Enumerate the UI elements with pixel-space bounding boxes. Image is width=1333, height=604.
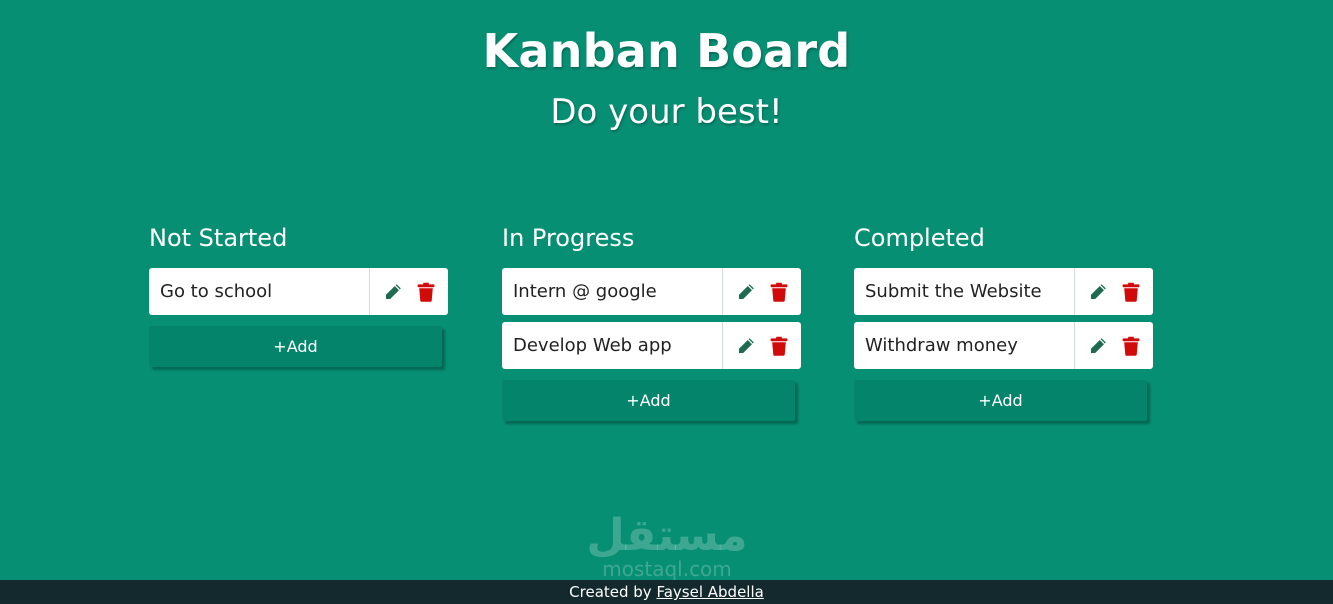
page-subtitle: Do your best! [550, 92, 783, 132]
task-card: Submit the Website [854, 268, 1153, 315]
pencil-icon[interactable] [733, 333, 759, 359]
watermark-logo: مستقل mostaql.com [586, 510, 748, 590]
pencil-icon[interactable] [380, 279, 406, 305]
task-actions [1075, 268, 1153, 315]
footer-prefix: Created by [569, 583, 652, 601]
page-header: Kanban Board Do your best! [0, 24, 1333, 132]
task-text: Withdraw money [854, 322, 1075, 369]
trash-icon[interactable] [413, 279, 439, 305]
pencil-icon[interactable] [1085, 333, 1111, 359]
column-title: In Progress [502, 224, 635, 252]
pencil-icon[interactable] [733, 279, 759, 305]
task-actions [1075, 322, 1153, 369]
task-card: Intern @ google [502, 268, 801, 315]
add-task-button[interactable]: +Add [502, 380, 795, 421]
task-text: Submit the Website [854, 268, 1075, 315]
watermark-arabic: مستقل [586, 510, 748, 561]
watermark-latin: mostaql.com [602, 557, 732, 581]
task-card: Go to school [149, 268, 448, 315]
task-card: Develop Web app [502, 322, 801, 369]
task-text: Go to school [149, 268, 370, 315]
trash-icon[interactable] [766, 279, 792, 305]
add-task-button[interactable]: +Add [854, 380, 1147, 421]
task-actions [723, 268, 801, 315]
trash-icon[interactable] [1118, 333, 1144, 359]
task-card: Withdraw money [854, 322, 1153, 369]
column-not-started: Not Started Go to school +Add [149, 222, 449, 367]
column-title: Completed [854, 224, 985, 252]
column-in-progress: In Progress Intern @ google Develop Web … [502, 222, 802, 421]
column-completed: Completed Submit the Website Withdraw mo… [854, 222, 1154, 421]
column-title: Not Started [149, 224, 288, 252]
add-task-button[interactable]: +Add [149, 326, 442, 367]
task-text: Develop Web app [502, 322, 723, 369]
task-text: Intern @ google [502, 268, 723, 315]
page-footer: Created by Faysel Abdella [0, 580, 1333, 604]
trash-icon[interactable] [1118, 279, 1144, 305]
task-actions [723, 322, 801, 369]
task-actions [370, 268, 448, 315]
author-link[interactable]: Faysel Abdella [656, 583, 763, 601]
pencil-icon[interactable] [1085, 279, 1111, 305]
page-title: Kanban Board [482, 24, 851, 78]
kanban-page: Kanban Board Do your best! Not Started G… [0, 0, 1333, 604]
trash-icon[interactable] [766, 333, 792, 359]
